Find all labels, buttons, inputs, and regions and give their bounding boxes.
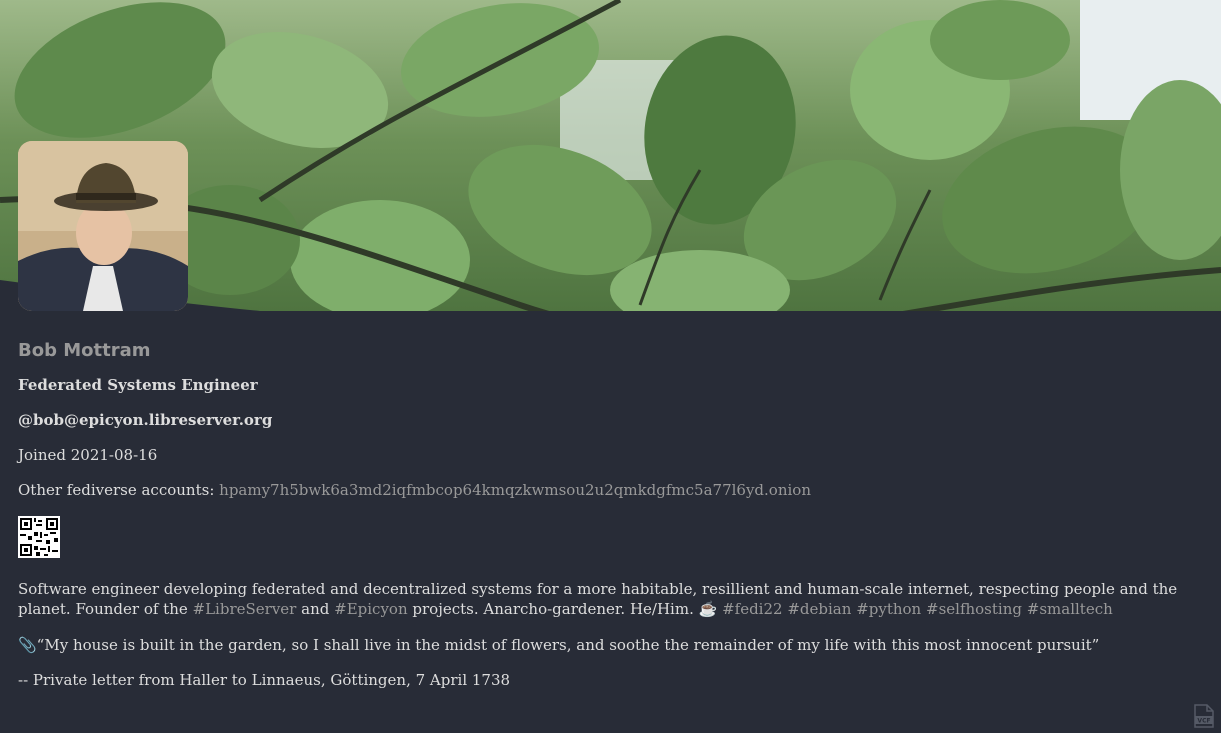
other-accounts-label: Other fediverse accounts:	[18, 481, 215, 499]
display-name: Bob Mottram	[18, 340, 151, 361]
bio-quote: 📎“My house is built in the garden, so I …	[18, 636, 1100, 654]
hashtag-fedi22[interactable]: #fedi22	[722, 600, 782, 618]
joined-date: Joined 2021-08-16	[18, 446, 158, 464]
hashtag-smalltech[interactable]: #smalltech	[1027, 600, 1113, 618]
hashtag-selfhosting[interactable]: #selfhosting	[926, 600, 1022, 618]
hashtag-epicyon[interactable]: #Epicyon	[334, 600, 407, 618]
vcard-icon[interactable]: VCF	[1194, 704, 1214, 728]
profile-title: Federated Systems Engineer	[18, 376, 258, 394]
vcard-file-icon: VCF	[1194, 704, 1214, 728]
avatar-photo	[18, 141, 188, 311]
hashtag-debian[interactable]: #debian	[787, 600, 851, 618]
profile-handle: @bob@epicyon.libreserver.org	[18, 411, 273, 429]
profile-bio: Software engineer developing federated a…	[18, 579, 1213, 690]
other-account-link[interactable]: hpamy7h5bwk6a3md2iqfmbcop64kmqzkwmsou2u2…	[219, 481, 811, 499]
bio-and: and	[301, 600, 330, 618]
vcard-label: VCF	[1197, 718, 1210, 725]
bio-description: Software engineer developing federated a…	[18, 579, 1213, 619]
bio-founder-prefix: Founder of the	[75, 600, 188, 618]
qr-code-icon[interactable]	[18, 516, 60, 558]
avatar[interactable]	[18, 141, 188, 311]
qr-code-graphic	[18, 516, 60, 558]
other-accounts: Other fediverse accounts: hpamy7h5bwk6a3…	[18, 481, 811, 499]
bio-attribution: -- Private letter from Haller to Linnaeu…	[18, 671, 511, 689]
hashtag-python[interactable]: #python	[856, 600, 921, 618]
bio-projects-text: projects. Anarcho-gardener. He/Him. ☕	[412, 600, 718, 618]
hashtag-libreserver[interactable]: #LibreServer	[193, 600, 297, 618]
